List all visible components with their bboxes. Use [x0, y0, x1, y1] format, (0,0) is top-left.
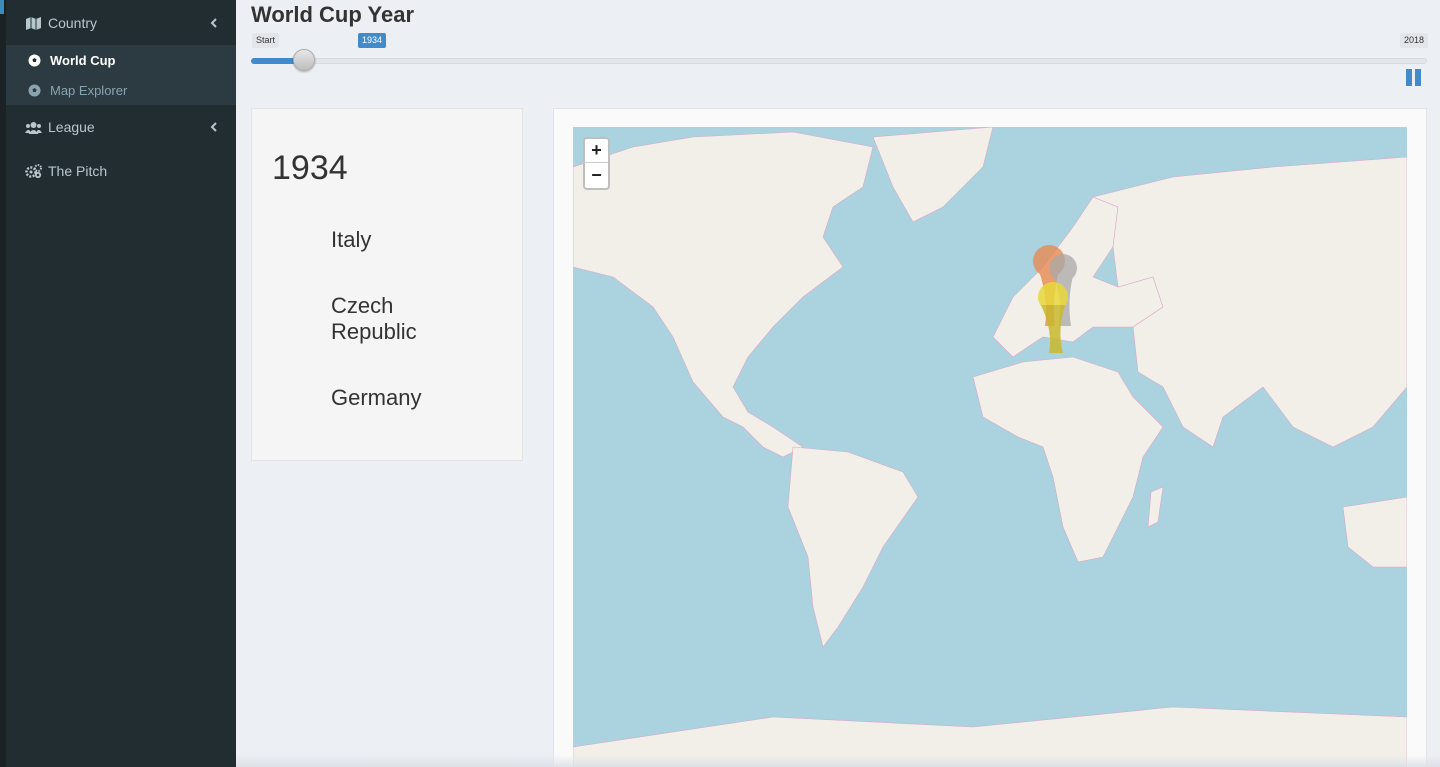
page-title: World Cup Year	[251, 2, 415, 27]
sidebar-item-league[interactable]: League	[6, 116, 236, 138]
second-place-country: Czech Republic	[331, 293, 417, 344]
results-panel: 1934 Italy Czech Republic Germany	[251, 108, 523, 461]
slider-start-label: Start	[252, 33, 280, 48]
sidebar-item-label: League	[48, 119, 95, 135]
sidebar-item-label: The Pitch	[48, 163, 108, 179]
sidebar-item-label: Country	[48, 15, 98, 31]
world-map[interactable]	[573, 127, 1407, 767]
sidebar: Country World Cup Map Explorer League Th…	[0, 0, 236, 767]
trophy-markers[interactable]	[1027, 241, 1087, 361]
chevron-left-icon	[210, 16, 218, 31]
country-submenu: World Cup Map Explorer	[6, 45, 236, 105]
first-place-country: Italy	[331, 227, 372, 252]
soccer-ball-icon	[26, 84, 42, 97]
sidebar-item-country[interactable]: Country	[6, 12, 236, 34]
world-map-tiles	[573, 127, 1407, 767]
result-year: 1934	[272, 149, 348, 187]
bottom-fade	[236, 755, 1440, 767]
sidebar-subitem-label: World Cup	[50, 52, 116, 68]
sidebar-item-the-pitch[interactable]: The Pitch	[6, 160, 236, 182]
map-icon	[24, 16, 42, 30]
soccer-ball-icon	[26, 54, 42, 67]
third-place-country: Germany	[331, 385, 422, 410]
gears-icon	[24, 164, 42, 178]
year-slider-handle[interactable]	[293, 49, 316, 71]
sidebar-edge-accent	[0, 0, 4, 14]
pause-button[interactable]	[1406, 69, 1421, 86]
sidebar-subitem-world-cup[interactable]: World Cup	[6, 49, 236, 71]
pause-icon	[1406, 69, 1412, 86]
slider-value-label: 1934	[358, 33, 387, 48]
chevron-left-icon	[210, 120, 218, 135]
pause-icon-bar	[1415, 69, 1421, 86]
sidebar-subitem-map-explorer[interactable]: Map Explorer	[6, 79, 236, 101]
slider-end-label: 2018	[1400, 33, 1429, 48]
year-slider-track[interactable]	[251, 58, 1427, 64]
map-zoom-control: + −	[583, 137, 610, 190]
zoom-in-button[interactable]: +	[585, 139, 608, 163]
users-icon	[24, 121, 42, 134]
sidebar-subitem-label: Map Explorer	[50, 82, 128, 98]
zoom-out-button[interactable]: −	[585, 163, 608, 187]
